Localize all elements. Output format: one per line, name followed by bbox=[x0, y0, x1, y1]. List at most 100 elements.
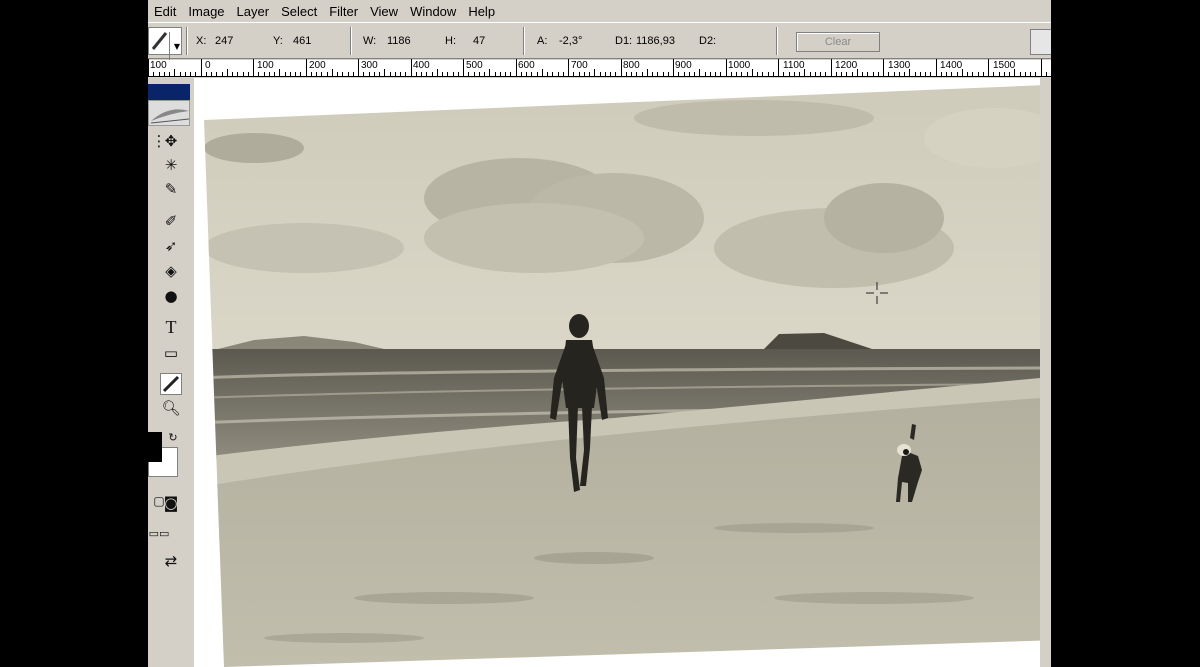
ruler-tick bbox=[442, 72, 443, 76]
ruler-tick bbox=[368, 72, 370, 76]
ruler-tick bbox=[720, 72, 722, 76]
ruler-tick bbox=[237, 72, 239, 76]
ruler-tick bbox=[494, 72, 496, 76]
menu-image[interactable]: Image bbox=[182, 4, 230, 19]
ruler-tick bbox=[510, 72, 512, 76]
ruler-label: 1500 bbox=[993, 60, 1016, 71]
ruler-tick bbox=[662, 72, 664, 76]
ruler-tick bbox=[258, 72, 260, 76]
ruler-tick bbox=[410, 59, 412, 76]
ruler-tick bbox=[898, 72, 900, 76]
vertical-scrollbar[interactable] bbox=[1040, 78, 1051, 667]
measure-icon[interactable] bbox=[160, 373, 182, 395]
ruler-tick bbox=[893, 72, 895, 76]
ruler-tick bbox=[646, 69, 648, 76]
chevron-down-icon[interactable]: ▼ bbox=[169, 32, 184, 60]
separator bbox=[186, 27, 188, 55]
ruler-tick bbox=[704, 72, 706, 76]
type-icon[interactable]: T bbox=[160, 316, 182, 338]
ruler-tick bbox=[531, 72, 533, 76]
ruler-tick bbox=[274, 72, 275, 76]
ruler-tick bbox=[300, 72, 302, 76]
brush-icon[interactable]: ✐ bbox=[160, 210, 182, 232]
menu-help[interactable]: Help bbox=[462, 4, 501, 19]
tool-preset-picker[interactable]: ▼ bbox=[148, 27, 182, 60]
ruler-tick bbox=[620, 59, 622, 76]
ruler-tick bbox=[242, 72, 244, 76]
ruler-tick bbox=[263, 72, 265, 76]
menu-layer[interactable]: Layer bbox=[231, 4, 276, 19]
ruler-tick bbox=[914, 72, 916, 76]
ruler-tick bbox=[389, 72, 391, 76]
ruler-tick bbox=[641, 72, 643, 76]
clear-button[interactable]: Clear bbox=[796, 32, 880, 52]
palette-well-icon[interactable] bbox=[1030, 29, 1051, 55]
swap-colors-icon[interactable]: ↻ bbox=[162, 426, 184, 448]
ruler-tick bbox=[352, 72, 354, 76]
zoom-icon[interactable]: 🔍︎ bbox=[160, 397, 182, 419]
ruler-tick bbox=[625, 72, 627, 76]
document-canvas[interactable] bbox=[194, 78, 1040, 667]
ruler-tick bbox=[305, 59, 307, 76]
ruler-tick bbox=[247, 72, 249, 76]
ruler-tick bbox=[888, 72, 890, 76]
menu-view[interactable]: View bbox=[364, 4, 404, 19]
paint-bucket-icon[interactable]: ◈ bbox=[160, 260, 182, 282]
ruler-tick bbox=[163, 72, 165, 76]
ruler-tick bbox=[615, 72, 617, 76]
shape-icon[interactable]: ▭ bbox=[160, 342, 182, 364]
canvas-area[interactable] bbox=[194, 78, 1051, 667]
x-value: 247 bbox=[215, 35, 234, 47]
ruler-tick bbox=[657, 72, 659, 76]
magic-wand-icon[interactable]: ✳ bbox=[160, 154, 182, 176]
ruler-tick bbox=[688, 72, 690, 76]
ruler-tick bbox=[578, 72, 580, 76]
burn-icon[interactable]: ● bbox=[160, 285, 182, 307]
quick-mask-icon[interactable]: ◙ bbox=[160, 492, 182, 514]
ruler-tick bbox=[562, 72, 564, 76]
ruler-tick bbox=[541, 69, 543, 76]
w-value: 1186 bbox=[387, 35, 411, 47]
screen-mode-icon[interactable]: ▭▭ bbox=[148, 522, 170, 544]
ruler-tick bbox=[746, 72, 748, 76]
ruler-tick bbox=[652, 72, 653, 76]
ruler-tick bbox=[935, 59, 937, 76]
ruler-tick bbox=[1009, 72, 1010, 76]
ruler-tick bbox=[190, 72, 191, 76]
move-icon[interactable]: ✥ bbox=[160, 130, 182, 152]
ruler-tick bbox=[373, 72, 375, 76]
d1-label: D1: bbox=[615, 35, 633, 47]
ruler-tick bbox=[426, 72, 428, 76]
ruler-tick bbox=[783, 72, 785, 76]
angle-value: -2,3° bbox=[559, 35, 583, 47]
photoshop-window: Edit Image Layer Select Filter View Wind… bbox=[148, 0, 1051, 667]
ruler-tick bbox=[211, 72, 212, 76]
toolbox-title-bar[interactable] bbox=[148, 84, 190, 100]
x-label: X: bbox=[196, 35, 207, 47]
ruler-tick bbox=[468, 72, 470, 76]
ruler-tick bbox=[830, 59, 832, 76]
ruler-tick bbox=[841, 72, 842, 76]
menu-select[interactable]: Select bbox=[275, 4, 323, 19]
foreground-color-swatch[interactable] bbox=[148, 432, 162, 462]
ruler-tick bbox=[972, 72, 974, 76]
ruler-label: 1100 bbox=[783, 60, 805, 71]
horizontal-ruler[interactable]: 100 0 100 200 300 400 500 600 700 800 90… bbox=[148, 59, 1051, 77]
jump-to-imageready-icon[interactable]: ⇄ bbox=[160, 550, 182, 572]
ruler-tick bbox=[505, 72, 506, 76]
menu-window[interactable]: Window bbox=[404, 4, 462, 19]
ruler-tick bbox=[478, 72, 480, 76]
ruler-tick bbox=[310, 72, 312, 76]
ruler-tick bbox=[904, 72, 905, 76]
photoshop-logo[interactable] bbox=[148, 100, 190, 126]
slice-icon[interactable]: ✎ bbox=[160, 178, 182, 200]
ruler-tick bbox=[415, 72, 417, 76]
ruler-label: 1000 bbox=[728, 60, 751, 71]
ruler-tick bbox=[431, 72, 433, 76]
ruler-tick bbox=[825, 72, 827, 76]
menu-filter[interactable]: Filter bbox=[323, 4, 364, 19]
y-value: 461 bbox=[293, 35, 312, 47]
history-brush-icon[interactable]: ➶ bbox=[160, 235, 182, 257]
ruler-tick bbox=[547, 72, 548, 76]
menu-edit[interactable]: Edit bbox=[148, 4, 182, 19]
